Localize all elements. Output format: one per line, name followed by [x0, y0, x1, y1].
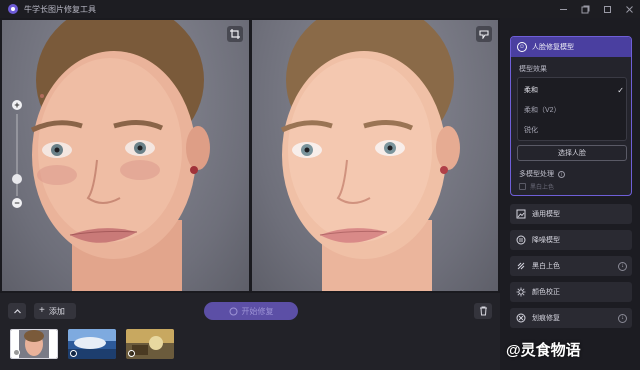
model-effect-label: 模型效果 [519, 66, 547, 73]
face-repair-title: 人脸修复模型 [532, 44, 574, 51]
title-bar: 牛学长图片修复工具 [0, 0, 640, 18]
face-repair-header[interactable]: ☺ 人脸修复模型 [511, 37, 631, 57]
sparkle-icon [229, 307, 237, 315]
maximize-icon[interactable] [596, 0, 618, 18]
model-label: 黑白上色 [532, 263, 560, 270]
face-icon: ☺ [517, 42, 527, 52]
model-general[interactable]: 通用模型 [510, 204, 632, 224]
model-label: 降噪模型 [532, 237, 560, 244]
add-image-button[interactable]: + 添加 [34, 303, 76, 319]
collapse-button[interactable] [8, 303, 26, 319]
repaired-portrait-image [280, 20, 460, 291]
thumbnail-landscape[interactable] [68, 329, 116, 359]
model-colorize[interactable]: 黑白上色 ↓ [510, 256, 632, 276]
check-icon: ✓ [617, 85, 624, 95]
image-icon [516, 209, 526, 219]
original-portrait-image [30, 20, 210, 291]
start-repair-label: 开始修复 [241, 306, 274, 316]
bottom-toolbar: + 添加 开始修复 [0, 293, 500, 370]
sun-icon [516, 287, 526, 297]
select-face-button[interactable]: 选择人脸 [517, 145, 627, 161]
panel-scroll-area [510, 22, 634, 32]
multi-model-label: 多模型处理 [519, 171, 554, 178]
plus-icon: + [39, 305, 45, 316]
multi-model-row: 多模型处理 i [519, 169, 565, 179]
arrow-down-icon[interactable]: ↓ [618, 313, 627, 323]
watermark-text: @灵食物语 [506, 341, 581, 359]
model-label: 划痕修复 [532, 315, 560, 322]
model-panel: ☺ 人脸修复模型 模型效果 柔和 ✓ 柔和（V2） 锐化 选择人脸 多模型处理 … [500, 18, 640, 370]
scratch-icon [516, 313, 526, 323]
option-soft-v2[interactable]: 柔和（V2） [524, 101, 624, 119]
model-label: 通用模型 [532, 211, 560, 218]
start-repair-button[interactable]: 开始修复 [204, 302, 298, 320]
minimize-icon[interactable] [552, 0, 574, 18]
option-label: 锐化 [524, 127, 538, 134]
delete-button[interactable] [474, 303, 492, 319]
colorize-checkbox-label: 黑白上色 [530, 185, 555, 191]
option-label: 柔和 [524, 87, 538, 94]
zoom-out-button[interactable]: − [12, 198, 22, 208]
option-soft[interactable]: 柔和 ✓ [524, 81, 624, 99]
zoom-in-button[interactable]: + [12, 100, 22, 110]
restore-icon[interactable] [574, 0, 596, 18]
thumbnail-status-icon [70, 350, 77, 357]
app-logo-icon [8, 4, 18, 14]
model-scratch-repair[interactable]: 划痕修复 ↓ [510, 308, 632, 328]
close-icon[interactable] [618, 0, 640, 18]
repaired-photo-pane[interactable] [252, 20, 498, 291]
checkbox[interactable] [519, 183, 526, 190]
arrow-down-icon[interactable]: ↓ [618, 261, 627, 271]
zoom-handle[interactable] [12, 174, 22, 184]
colorize-checkbox-row[interactable]: 黑白上色 [519, 182, 554, 191]
info-icon[interactable]: i [558, 170, 565, 178]
option-label: 柔和（V2） [524, 107, 561, 114]
thumbnail-vintage[interactable] [126, 329, 174, 359]
window-controls [552, 0, 640, 18]
model-denoise[interactable]: 降噪模型 [510, 230, 632, 250]
model-effect-options: 柔和 ✓ 柔和（V2） 锐化 [517, 77, 627, 141]
model-color-correct[interactable]: 颜色校正 [510, 282, 632, 302]
model-label: 颜色校正 [532, 289, 560, 296]
original-photo-pane[interactable]: + − [2, 20, 249, 291]
thumbnail-portrait[interactable] [10, 329, 58, 359]
option-sharpen[interactable]: 锐化 [524, 121, 624, 139]
window-title: 牛学长图片修复工具 [24, 4, 96, 14]
add-label: 添加 [48, 306, 65, 316]
palette-icon [516, 261, 526, 271]
thumbnail-status-icon [13, 349, 20, 356]
crop-icon[interactable] [227, 26, 243, 42]
thumbnail-status-icon [128, 350, 135, 357]
zoom-slider[interactable]: + − [10, 98, 24, 218]
face-repair-card: ☺ 人脸修复模型 模型效果 柔和 ✓ 柔和（V2） 锐化 选择人脸 多模型处理 … [510, 36, 632, 196]
trash-icon [479, 306, 487, 316]
compare-icon[interactable] [476, 26, 492, 42]
watermark: @灵食物语 [506, 338, 581, 360]
denoise-icon [516, 235, 526, 245]
chevron-up-icon [13, 308, 21, 313]
